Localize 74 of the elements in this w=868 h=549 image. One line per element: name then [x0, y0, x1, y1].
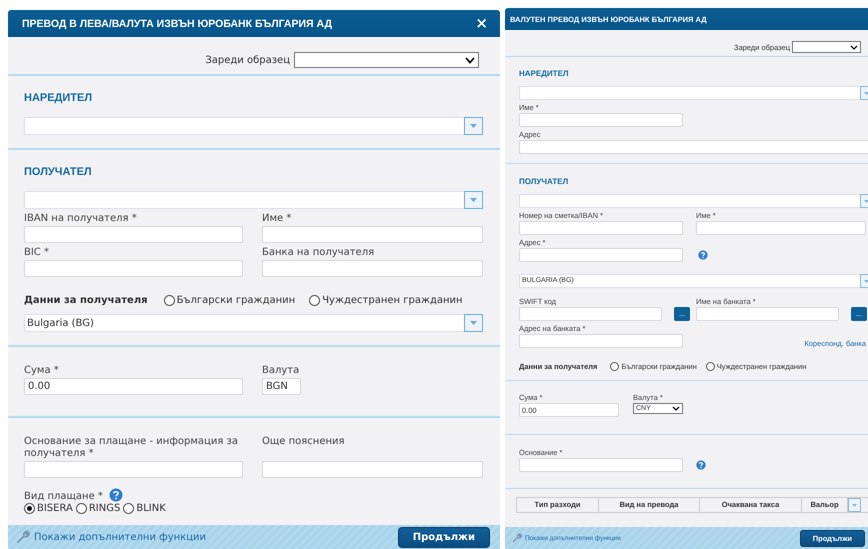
radio-label: RINGS: [88, 503, 120, 514]
text-field[interactable]: [696, 221, 866, 235]
more-functions-link[interactable]: Покажи допълнителни функции: [34, 532, 394, 542]
text-field[interactable]: [519, 248, 683, 262]
help-icon[interactable]: [108, 488, 123, 502]
radio-button[interactable]: [610, 362, 620, 371]
chevron-down-icon: [850, 44, 858, 50]
caret-down-icon: [470, 321, 477, 325]
radio-label: BLINK: [136, 503, 166, 514]
field-label: Валута: [262, 365, 300, 377]
text-field[interactable]: [24, 226, 243, 243]
section-heading: ПОЛУЧАТЕЛ: [519, 177, 570, 186]
text-field[interactable]: [24, 461, 243, 478]
template-select[interactable]: [792, 41, 861, 53]
text-field[interactable]: [262, 461, 483, 478]
amount-field[interactable]: 0.00: [24, 378, 243, 395]
radio-button[interactable]: [309, 295, 320, 306]
dropdown-button[interactable]: [848, 498, 861, 512]
field-label: Име *: [262, 213, 292, 225]
text-field[interactable]: [519, 140, 868, 154]
dialog-title: ПРЕВОД В ЛЕВА/ВАЛУТА ИЗВЪН ЮРОБАНК БЪЛГАРИЯ АД: [22, 18, 332, 30]
field-label: Сума *: [24, 365, 60, 377]
radio-label: BISERA: [37, 503, 73, 514]
text-field[interactable]: [262, 226, 483, 243]
radio-button[interactable]: [164, 295, 175, 306]
chevron-down-icon: [672, 406, 680, 411]
text-field[interactable]: [519, 307, 662, 321]
continue-button[interactable]: Продължи: [398, 526, 490, 548]
caret-down-icon: [470, 124, 477, 128]
country-dropdown[interactable]: Bulgaria (BG): [24, 314, 483, 332]
text-field[interactable]: [519, 334, 683, 348]
text-field[interactable]: [24, 260, 243, 277]
recipient-dropdown[interactable]: [519, 194, 868, 208]
text-field[interactable]: [519, 113, 683, 127]
caret-down-icon: [852, 504, 857, 506]
radio-button[interactable]: [24, 503, 35, 514]
text-field[interactable]: [262, 260, 483, 277]
radio-label: Чуждестранен гражданин: [322, 295, 463, 306]
recipient-data-label: Данни за получателя: [24, 295, 148, 306]
field-label: BIC *: [24, 247, 50, 259]
template-select[interactable]: [294, 52, 479, 68]
field-label: IBAN на получателя *: [24, 213, 138, 225]
field-label: Вид плащане *: [24, 491, 103, 503]
section-heading: НАРЕДИТЕЛ: [24, 92, 94, 104]
dropdown-button[interactable]: [464, 117, 483, 135]
field-label: Основание за плащане - информация за получателя *: [24, 436, 239, 460]
wrench-icon: [512, 533, 522, 543]
field-label: Още пояснения: [262, 436, 346, 449]
field-label: Банка на получателя: [262, 247, 376, 259]
caret-down-icon: [470, 198, 477, 202]
caret-down-icon: [864, 200, 868, 202]
text-field[interactable]: [696, 307, 839, 321]
template-label: Зареди образец: [205, 54, 290, 66]
caret-down-icon: [864, 92, 868, 94]
help-icon[interactable]: [696, 460, 706, 470]
sender-dropdown[interactable]: [519, 86, 868, 100]
dropdown-button[interactable]: [464, 314, 483, 332]
chevron-down-icon: [465, 56, 475, 64]
section-heading: НАРЕДИТЕЛ: [519, 69, 570, 78]
radio-button[interactable]: [76, 503, 87, 514]
text-field[interactable]: [519, 458, 683, 472]
currency-field[interactable]: BGN: [262, 378, 301, 395]
wrench-icon: [16, 530, 30, 544]
radio-label: Български гражданин: [176, 295, 296, 306]
radio-button[interactable]: [123, 503, 134, 514]
sender-dropdown[interactable]: [24, 117, 483, 135]
radio-button[interactable]: [706, 362, 715, 371]
dropdown-button[interactable]: [464, 191, 483, 209]
section-heading: ПОЛУЧАТЕЛ: [24, 166, 93, 178]
help-icon[interactable]: [698, 250, 708, 260]
text-field[interactable]: [519, 221, 683, 235]
caret-down-icon: [864, 280, 868, 282]
recipient-dropdown[interactable]: [24, 191, 483, 209]
close-button[interactable]: ×: [471, 16, 492, 31]
